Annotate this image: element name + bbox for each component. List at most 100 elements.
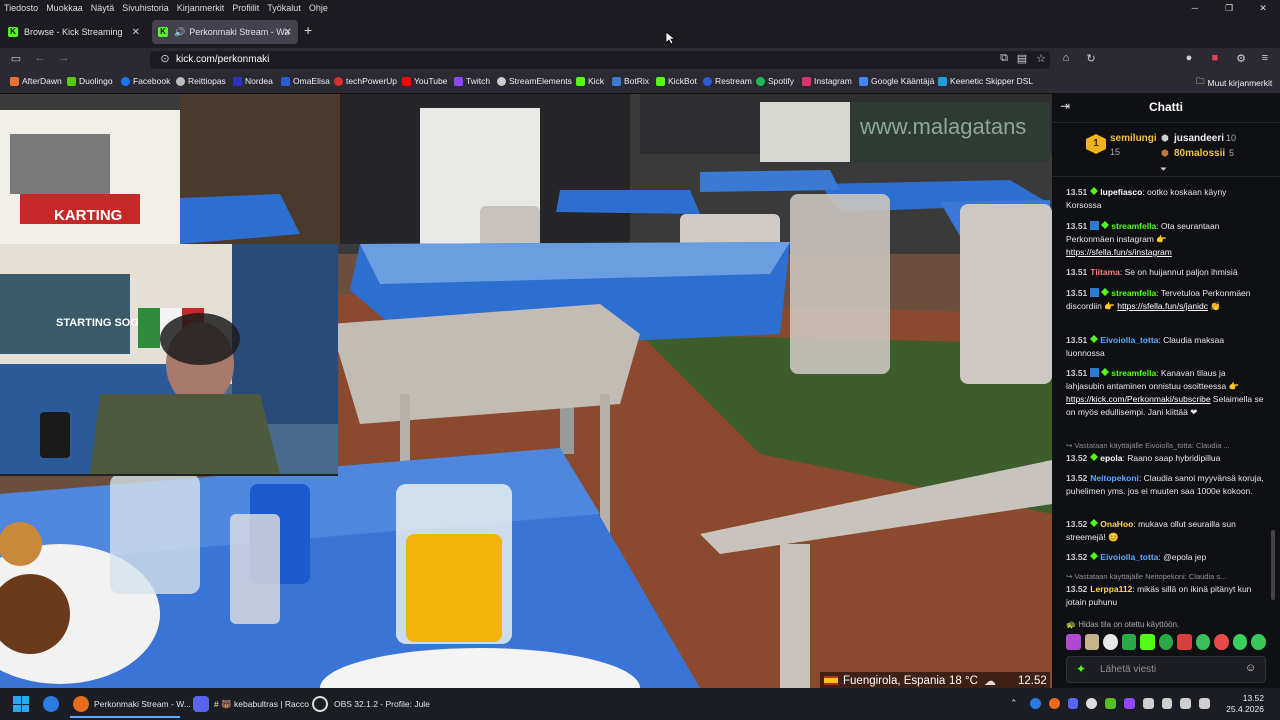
reload-icon[interactable]: ↻: [1083, 52, 1099, 65]
sparkle-icon[interactable]: ✦: [1076, 662, 1086, 676]
discord-icon[interactable]: [193, 696, 209, 712]
expand-leaderboard-icon[interactable]: ⏷: [1160, 164, 1167, 175]
extension-badge-icon[interactable]: ■: [1207, 52, 1223, 64]
new-tab-button[interactable]: +: [304, 22, 312, 38]
leader-1-name[interactable]: semilungi: [1110, 133, 1157, 144]
chat-input[interactable]: [1066, 656, 1266, 683]
firefox-icon[interactable]: [73, 696, 89, 712]
bookmark-kickbot[interactable]: KickBot: [656, 76, 697, 86]
tray-app-icon[interactable]: [1105, 698, 1116, 709]
video-player[interactable]: www.malagatans KARTING STARTING SOON: [0, 94, 1052, 688]
emote-icon[interactable]: [1232, 634, 1248, 650]
emote-icon[interactable]: [1251, 634, 1267, 650]
chat-username[interactable]: streamfella: [1111, 368, 1156, 378]
bookmark-techpowerup[interactable]: techPowerUp: [334, 76, 397, 86]
chat-username[interactable]: Tiitama: [1090, 267, 1120, 277]
bookmark-star-icon[interactable]: ☆: [1033, 52, 1049, 65]
menu-tools[interactable]: Työkalut: [263, 3, 305, 13]
app-menu-icon[interactable]: ≡: [1257, 52, 1273, 64]
url-bar[interactable]: [150, 51, 1050, 69]
taskbar-item-discord[interactable]: # 🐻 kebabultras | Racco: [214, 699, 309, 710]
reply-preview[interactable]: ↪ Vastataan käyttäjälle Eivoiolla_totta:…: [1066, 441, 1264, 450]
tab-perkonmaki-stream[interactable]: K 🔊 Perkonmaki Stream - Watch ✕: [152, 20, 298, 44]
obs-icon[interactable]: [312, 696, 328, 712]
bookmark-spotify[interactable]: Spotify: [756, 76, 794, 86]
bookmark-reittiopas[interactable]: Reittiopas: [176, 76, 226, 86]
tray-app-icon[interactable]: [1048, 698, 1060, 709]
volume-icon[interactable]: [1180, 698, 1192, 709]
sidebar-toggle-icon[interactable]: ▭: [8, 52, 24, 65]
close-tab-icon[interactable]: ✕: [284, 27, 292, 38]
emote-icon[interactable]: [1121, 634, 1137, 650]
tray-app-icon[interactable]: [1030, 698, 1041, 709]
menu-profiles[interactable]: Profiilit: [228, 3, 263, 13]
reader-icon[interactable]: ▤: [1014, 52, 1030, 65]
reply-preview[interactable]: ↪ Vastataan käyttäjälle Neitopekoni: Cla…: [1066, 572, 1264, 581]
chat-username[interactable]: streamfella: [1111, 221, 1156, 231]
speaker-icon[interactable]: 🔊: [174, 27, 185, 38]
emote-icon[interactable]: [1084, 634, 1100, 650]
tray-app-icon[interactable]: [1123, 698, 1135, 709]
other-bookmarks[interactable]: 🗀 Muut kirjanmerkit: [1196, 76, 1272, 90]
chat-scrollbar[interactable]: [1271, 530, 1275, 600]
chat-link[interactable]: https://sfella.fun/s/janidc: [1117, 301, 1208, 311]
chat-username[interactable]: lupefiasco: [1100, 187, 1142, 197]
bookmark-nordea[interactable]: Nordea: [233, 76, 273, 86]
account-icon[interactable]: ●: [1181, 52, 1197, 64]
bookmark-afterdawn[interactable]: AfterDawn: [10, 76, 62, 86]
emote-icon[interactable]: [1140, 634, 1155, 650]
bookmark-restream[interactable]: Restream: [703, 76, 752, 86]
menu-view[interactable]: Näytä: [87, 3, 119, 13]
battery-icon[interactable]: [1199, 698, 1210, 709]
home-icon[interactable]: ⌂: [1058, 52, 1074, 64]
menu-history[interactable]: Sivuhistoria: [118, 3, 173, 13]
chat-username[interactable]: Lerppa112: [1090, 584, 1132, 594]
taskbar-item-obs[interactable]: OBS 32.1.2 - Profile: Jule: [334, 699, 430, 709]
leader-3-name[interactable]: 80malossii: [1174, 148, 1225, 159]
bookmark-botrix[interactable]: BotRix: [612, 76, 649, 86]
chat-username[interactable]: OnaHoo: [1100, 519, 1133, 529]
app-icon[interactable]: [43, 696, 59, 712]
bookmark-instagram[interactable]: Instagram: [802, 76, 852, 86]
taskbar-time[interactable]: 13.52: [1232, 693, 1264, 703]
minimize-icon[interactable]: ─: [1178, 0, 1212, 16]
close-icon[interactable]: ✕: [1246, 0, 1280, 16]
forward-icon[interactable]: →: [56, 52, 72, 64]
menu-bookmarks[interactable]: Kirjanmerkit: [173, 3, 229, 13]
menu-edit[interactable]: Muokkaa: [42, 3, 87, 13]
bookmark-google-translate[interactable]: Google Kääntäjä: [859, 76, 934, 86]
emote-icon[interactable]: [1158, 634, 1174, 650]
leader-2-name[interactable]: jusandeeri: [1174, 133, 1224, 144]
bookmark-duolingo[interactable]: Duolingo: [67, 76, 113, 86]
bookmark-twitch[interactable]: Twitch: [454, 76, 490, 86]
bookmark-omaelisa[interactable]: OmaElisa: [281, 76, 330, 86]
chat-link[interactable]: https://sfella.fun/s/instagram: [1066, 247, 1172, 257]
chat-username[interactable]: streamfella: [1111, 288, 1156, 298]
tray-expand-icon[interactable]: ⌃: [1010, 698, 1018, 709]
emote-icon[interactable]: [1214, 634, 1229, 650]
chat-username[interactable]: Eivoiolla_totta: [1100, 335, 1158, 345]
emoji-picker-icon[interactable]: ☺: [1245, 662, 1256, 674]
windows-start-icon[interactable]: [13, 696, 29, 712]
tray-app-icon[interactable]: [1086, 698, 1098, 709]
site-info-icon[interactable]: ⊙: [157, 52, 173, 65]
taskbar-item-firefox[interactable]: Perkonmaki Stream - W...: [94, 699, 191, 709]
bookmark-facebook[interactable]: Facebook: [121, 76, 170, 86]
bookmark-streamelements[interactable]: StreamElements: [497, 76, 572, 86]
chat-username[interactable]: Neitopekoni: [1090, 473, 1139, 483]
chat-username[interactable]: Eivoiolla_totta: [1100, 552, 1158, 562]
tab-browse-kick[interactable]: K Browse - Kick Streaming ✕: [2, 20, 146, 44]
bookmark-keenetic[interactable]: Keenetic Skipper DSL: [938, 76, 1033, 86]
restore-icon[interactable]: ❐: [1212, 0, 1246, 16]
bookmark-kick[interactable]: Kick: [576, 76, 604, 86]
menu-help[interactable]: Ohje: [305, 3, 332, 13]
extensions-icon[interactable]: ⚙: [1233, 52, 1249, 65]
network-icon[interactable]: [1161, 698, 1173, 709]
menu-file[interactable]: Tiedosto: [0, 3, 42, 13]
tray-discord-icon[interactable]: [1067, 698, 1079, 709]
screenshot-icon[interactable]: ⧉: [996, 52, 1012, 65]
url-text[interactable]: kick.com/perkonmaki: [176, 53, 269, 67]
tray-app-icon[interactable]: [1142, 698, 1154, 709]
emote-icon[interactable]: [1066, 634, 1081, 650]
bookmark-youtube[interactable]: YouTube: [402, 76, 447, 86]
